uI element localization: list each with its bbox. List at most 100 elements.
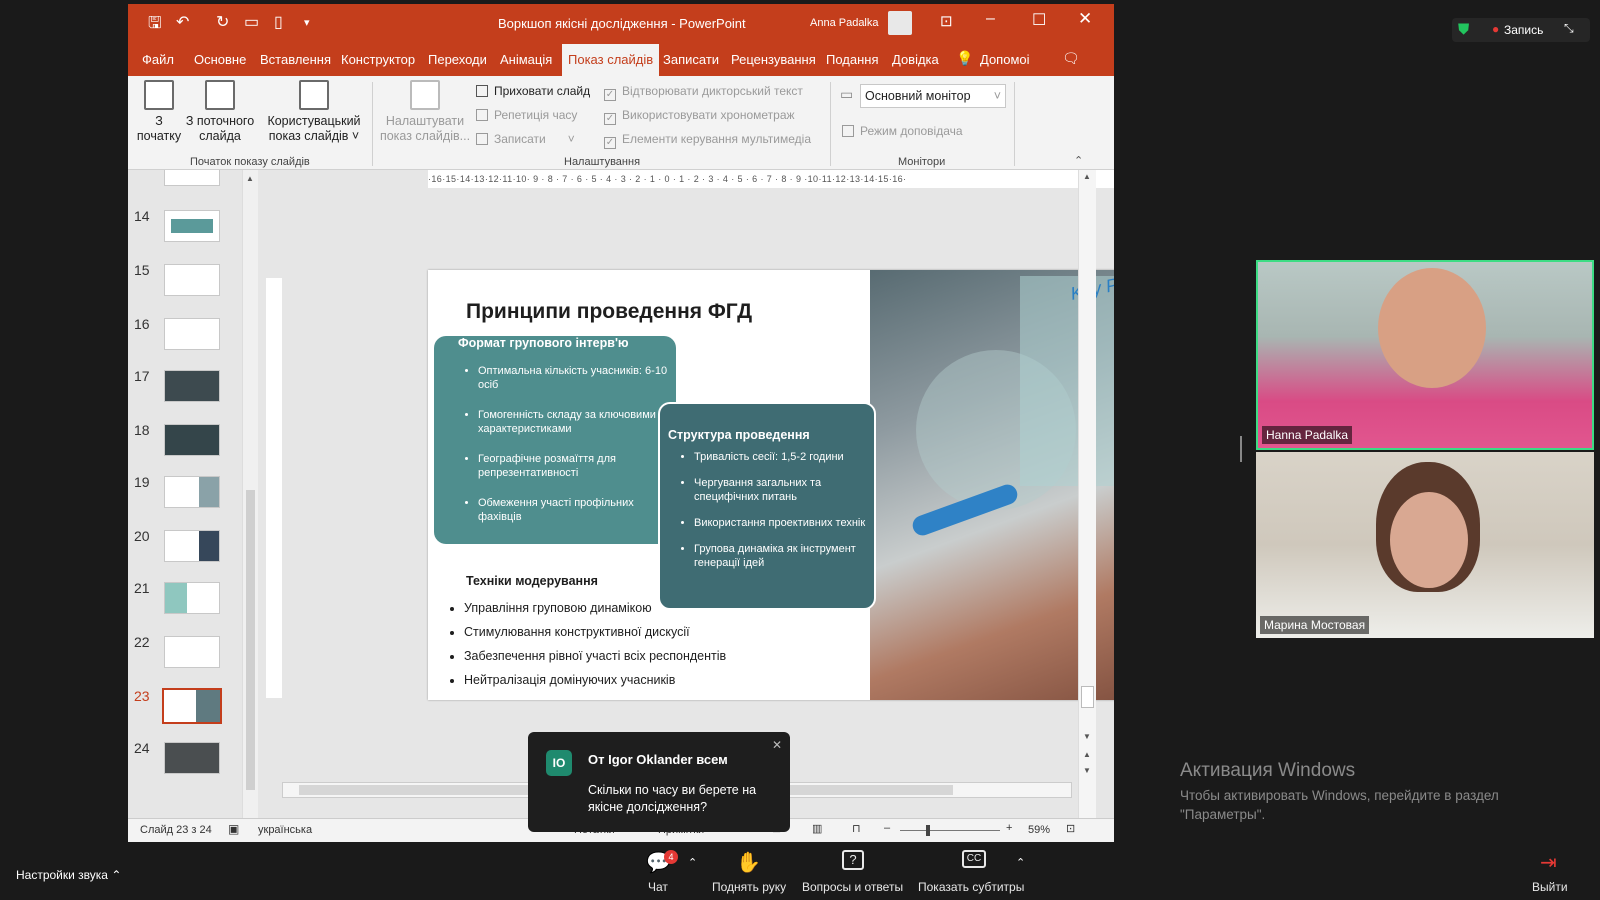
captions-icon[interactable]: CC: [962, 850, 986, 868]
captions-button[interactable]: Показать субтитры: [918, 880, 1024, 894]
close-icon[interactable]: ✕: [772, 738, 782, 752]
raise-hand-button[interactable]: Поднять руку: [712, 880, 786, 894]
tab-record[interactable]: Записати: [663, 52, 719, 67]
zoom-in-icon[interactable]: +: [1006, 822, 1012, 834]
scroll-thumb[interactable]: [1081, 686, 1094, 708]
slide-thumbnail-19[interactable]: [164, 476, 220, 508]
list-item: Чергування загальних та специфічних пита…: [694, 476, 874, 504]
chevron-up-icon[interactable]: ⌃: [1016, 856, 1025, 869]
raise-hand-icon[interactable]: ✋: [736, 850, 761, 875]
rehearse-timings-button[interactable]: Репетиція часу: [476, 108, 577, 122]
tab-insert[interactable]: Вставлення: [260, 52, 331, 67]
video-tile-maryna[interactable]: Марина Мостовая: [1256, 452, 1594, 638]
next-slide-icon[interactable]: ▼: [1083, 766, 1091, 775]
play-narrations-checkbox[interactable]: ✓ Відтворювати дикторський текст: [604, 84, 803, 101]
techniques-list[interactable]: Управління груповою динамікою Стимулюван…: [444, 596, 726, 692]
tab-tell-me[interactable]: Допомоі: [980, 52, 1030, 67]
scroll-up-icon[interactable]: ▲: [1083, 172, 1092, 181]
fit-to-window-icon[interactable]: ⊡: [1066, 822, 1075, 835]
scroll-thumb[interactable]: [246, 490, 255, 790]
slide-thumbnail-22[interactable]: [164, 636, 220, 668]
zoom-level[interactable]: 59%: [1028, 824, 1050, 836]
record-button[interactable]: Записати ˅: [476, 132, 575, 146]
techniques-title[interactable]: Техніки модерування: [466, 574, 598, 588]
zoom-slider[interactable]: [900, 825, 1000, 836]
slide-thumbnail-24[interactable]: [164, 742, 220, 774]
question-icon[interactable]: ?: [842, 850, 864, 870]
qa-button[interactable]: Вопросы и ответы: [802, 880, 903, 894]
chat-button[interactable]: Чат: [648, 880, 668, 894]
user-avatar[interactable]: [888, 11, 912, 35]
video-tile-hanna[interactable]: Hanna Padalka: [1256, 260, 1594, 450]
slide-thumbnail-21[interactable]: [164, 582, 220, 614]
from-current-button[interactable]: З поточного слайда: [182, 80, 258, 144]
language-indicator[interactable]: українська: [258, 824, 312, 836]
slide-thumbnail-14[interactable]: [164, 210, 220, 242]
undo-icon[interactable]: ↶: [176, 12, 189, 32]
customize-qat-icon[interactable]: ▾: [304, 16, 310, 29]
from-beginning-button[interactable]: З початку: [136, 80, 182, 144]
exit-fullscreen-icon[interactable]: ⤡: [1564, 21, 1574, 36]
slideshow-view-icon[interactable]: ⊓: [852, 822, 861, 835]
save-icon[interactable]: 🖫: [148, 12, 162, 39]
tab-transitions[interactable]: Переходи: [428, 52, 487, 67]
zoom-out-icon[interactable]: –: [884, 822, 890, 834]
tab-home[interactable]: Основне: [194, 52, 246, 67]
previous-slide-icon[interactable]: ▲: [1083, 750, 1091, 759]
tab-slideshow[interactable]: Показ слайдів: [562, 44, 660, 76]
slide-title[interactable]: Принципи проведення ФГД: [466, 300, 752, 324]
ribbon-separator: [1014, 82, 1015, 166]
slide-thumbnail-17[interactable]: [164, 370, 220, 402]
redo-icon[interactable]: ↻: [216, 12, 229, 32]
setup-show-button[interactable]: Налаштувати показ слайдів...: [378, 80, 472, 144]
list-item: Забезпечення рівної участі всіх респонде…: [464, 644, 726, 668]
monitor-select[interactable]: Основний монітор ˅: [860, 84, 1006, 108]
comments-icon[interactable]: 🗨: [1062, 50, 1080, 67]
tab-file[interactable]: Файл: [142, 52, 174, 67]
tab-animations[interactable]: Анімація: [500, 52, 552, 67]
leave-icon[interactable]: ⇥: [1540, 850, 1557, 875]
slide-thumbnail-16[interactable]: [164, 318, 220, 350]
slide-thumbnail-20[interactable]: [164, 530, 220, 562]
vertical-ruler: [266, 278, 282, 698]
structure-box[interactable]: Структура проведення Тривалість сесії: 1…: [658, 402, 876, 610]
slide-thumbnail-15[interactable]: [164, 264, 220, 296]
zoom-slider-handle[interactable]: [926, 825, 930, 836]
ribbon-display-icon[interactable]: ⊡: [940, 12, 953, 30]
slide-thumbnail[interactable]: [164, 170, 220, 186]
new-file-icon[interactable]: ▯: [274, 12, 283, 32]
tab-view[interactable]: Подання: [826, 52, 879, 67]
presenter-view-checkbox[interactable]: Режим доповідача: [842, 124, 963, 138]
audio-settings-button[interactable]: Настройки звука ⌃: [16, 868, 121, 882]
slide-thumbnail-23[interactable]: [162, 688, 222, 724]
current-slide[interactable]: Принципи проведення ФГД Формат групового…: [428, 270, 1114, 700]
panel-resize-handle[interactable]: [1240, 436, 1242, 462]
scroll-up-icon[interactable]: ▲: [246, 174, 255, 183]
user-name[interactable]: Anna Padalka: [810, 17, 879, 29]
slide-thumbnail-18[interactable]: [164, 424, 220, 456]
list-item: Географічне розмаїття для репрезентативн…: [478, 452, 676, 480]
close-icon[interactable]: ✕: [1078, 9, 1092, 29]
accessibility-icon[interactable]: ▣: [228, 822, 239, 836]
tab-design[interactable]: Конструктор: [341, 52, 415, 67]
tab-review[interactable]: Рецензування: [731, 52, 816, 67]
editor-scrollbar[interactable]: ▲ ▼ ▲ ▼: [1078, 170, 1096, 818]
media-controls-checkbox[interactable]: ✓ Елементи керування мультимедіа: [604, 132, 811, 149]
reading-view-icon[interactable]: ▥: [812, 822, 822, 835]
hide-slide-button[interactable]: Приховати слайд: [476, 84, 590, 98]
collapse-ribbon-icon[interactable]: ⌃: [1074, 154, 1083, 167]
leave-button[interactable]: Выйти: [1532, 880, 1568, 894]
format-box[interactable]: Формат групового інтерв'ю Оптимальна кіл…: [434, 336, 676, 544]
present-icon[interactable]: ▭: [244, 12, 259, 32]
thumbnails-scrollbar[interactable]: ▲: [242, 170, 258, 818]
lightbulb-icon[interactable]: 💡: [956, 50, 973, 67]
custom-show-button[interactable]: Користувацький показ слайдів ˅: [262, 80, 366, 144]
use-timings-checkbox[interactable]: ✓ Використовувати хронометраж: [604, 108, 795, 125]
maximize-icon[interactable]: ☐: [1032, 10, 1046, 30]
chevron-up-icon[interactable]: ⌃: [688, 856, 697, 869]
scroll-down-icon[interactable]: ▼: [1083, 732, 1091, 741]
recording-indicator[interactable]: ⛊ ● Запись ⤡: [1452, 18, 1590, 42]
tab-help[interactable]: Довідка: [892, 52, 939, 67]
chat-notification[interactable]: IO От Igor Oklander всем Скільки по часу…: [528, 732, 790, 832]
minimize-icon[interactable]: –: [986, 10, 995, 28]
